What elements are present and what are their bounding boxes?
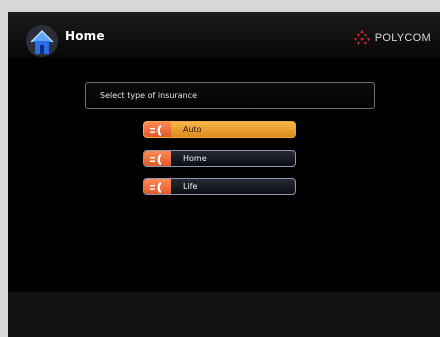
option-home[interactable]: Home bbox=[143, 150, 296, 167]
prompt-box: Select type of insurance bbox=[85, 82, 375, 109]
option-label: Auto bbox=[183, 125, 202, 134]
phone-icon bbox=[150, 154, 162, 165]
brand-name: POLYCOM bbox=[374, 32, 431, 44]
screen: Home POLYCOM Select type of insurance Au… bbox=[8, 12, 440, 337]
option-auto[interactable]: Auto bbox=[143, 121, 296, 138]
option-label: Life bbox=[183, 182, 198, 191]
option-label: Home bbox=[183, 154, 207, 163]
option-badge bbox=[144, 122, 171, 137]
phone-icon bbox=[150, 182, 162, 193]
phone-icon bbox=[150, 125, 162, 136]
page-title: Home bbox=[65, 29, 105, 43]
option-badge bbox=[144, 151, 171, 166]
option-badge bbox=[144, 179, 171, 194]
bottom-band bbox=[8, 292, 440, 337]
polycom-logo-icon bbox=[353, 30, 370, 45]
top-bar: Home POLYCOM bbox=[8, 12, 440, 58]
prompt-text: Select type of insurance bbox=[100, 91, 198, 100]
option-life[interactable]: Life bbox=[143, 178, 296, 195]
brand: POLYCOM bbox=[353, 29, 431, 47]
house-icon bbox=[26, 25, 58, 57]
